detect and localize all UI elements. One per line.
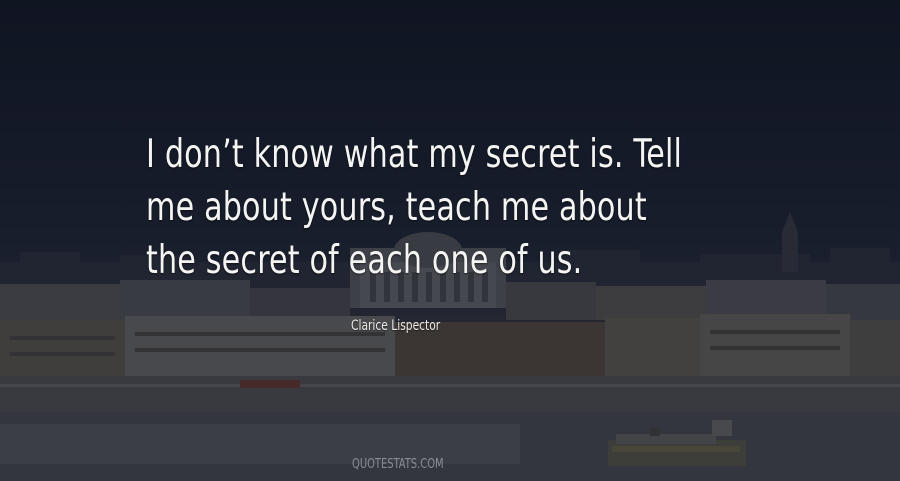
quote-text: I don’t know what my secret is. Tell me … [146, 132, 683, 283]
quote-card: I don’t know what my secret is. Tell me … [0, 0, 900, 481]
site-watermark: QUOTESTATS.COM [352, 457, 444, 472]
quote-author: Clarice Lispector [351, 318, 441, 334]
